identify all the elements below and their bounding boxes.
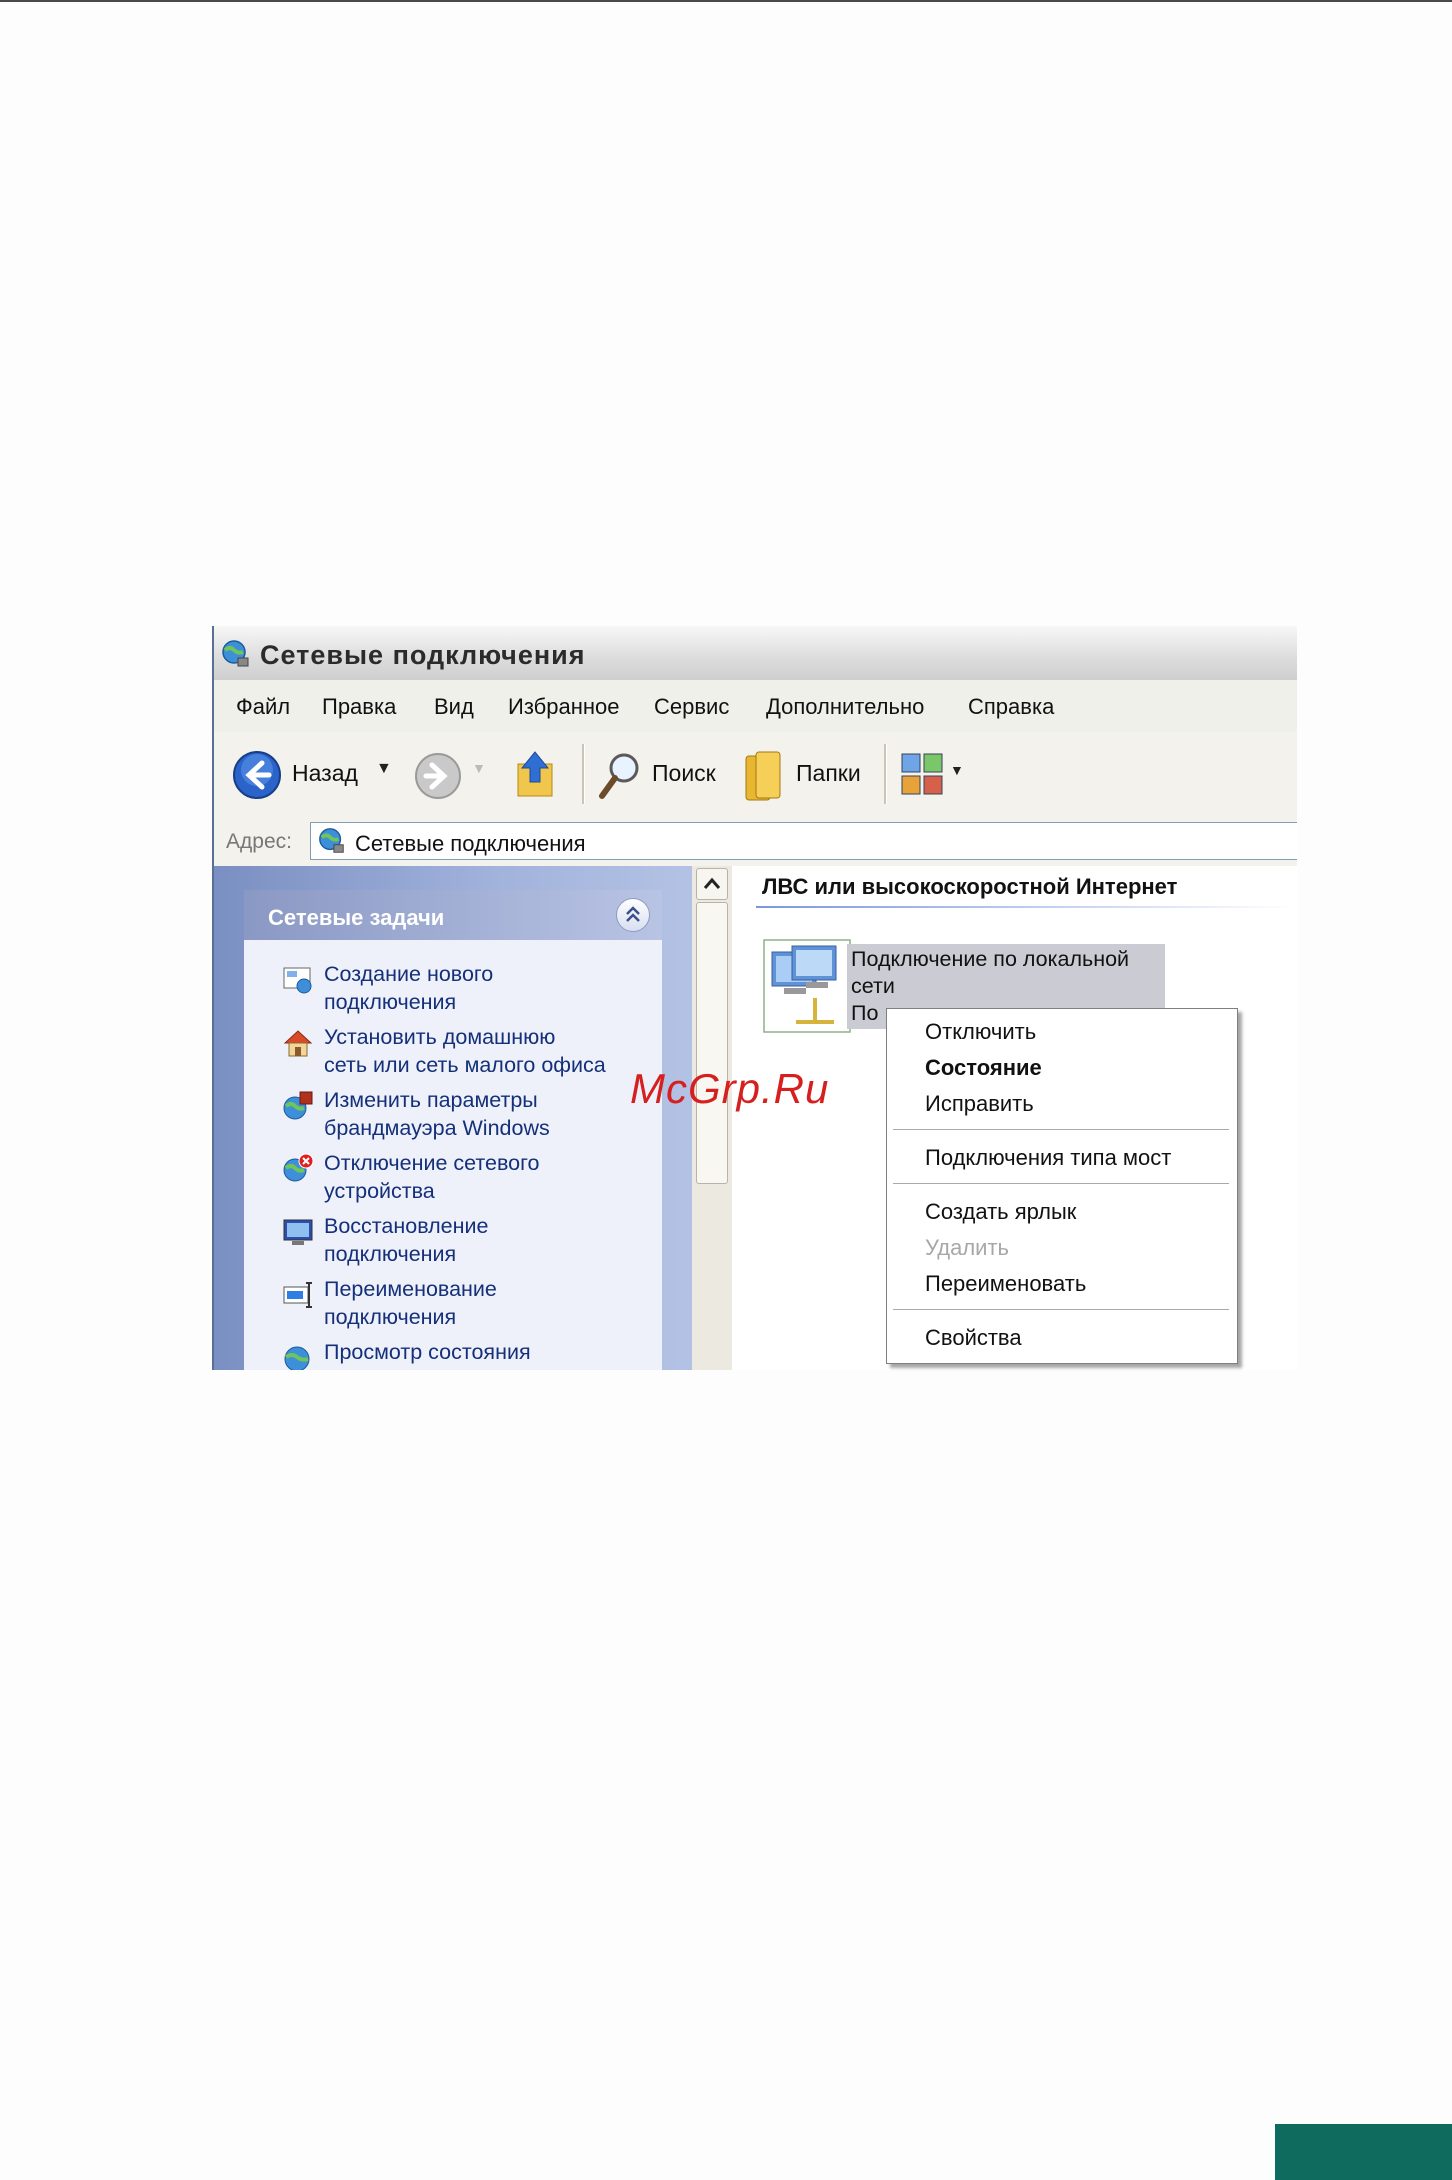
menu-bar: Файл Правка Вид Избранное Сервис Дополни… <box>214 680 1297 733</box>
search-button[interactable]: Поиск <box>652 760 716 787</box>
task-label: Создание нового <box>324 962 494 986</box>
task-label: брандмауэра Windows <box>324 1116 550 1140</box>
disable-device-icon <box>283 1153 314 1182</box>
watermark-text: McGrp.Ru <box>630 1065 830 1112</box>
collapse-chevron-icon[interactable] <box>616 898 650 932</box>
address-bar: Адрес: Сетевые подключения <box>214 816 1297 866</box>
back-button[interactable]: Назад <box>292 760 358 787</box>
task-label: Восстановление <box>324 1214 489 1238</box>
task-label: Установить домашнюю <box>324 1025 556 1049</box>
scroll-thumb[interactable] <box>696 902 728 1184</box>
menu-tools[interactable]: Сервис <box>654 694 729 720</box>
views-icon[interactable] <box>900 752 946 798</box>
menu-edit[interactable]: Правка <box>322 694 396 720</box>
ctx-disconnect[interactable]: Отключить <box>925 1019 1036 1045</box>
forward-arrow-icon[interactable] <box>414 752 462 800</box>
search-icon[interactable] <box>596 750 644 802</box>
page-top-rule <box>0 0 1452 2</box>
ctx-separator <box>893 1309 1229 1310</box>
address-value: Сетевые подключения <box>355 831 586 856</box>
menu-favorites[interactable]: Избранное <box>508 694 620 720</box>
ctx-delete: Удалить <box>925 1235 1009 1260</box>
task-label: Изменить параметры <box>324 1088 538 1112</box>
task-label: сеть или сеть малого офиса <box>324 1053 606 1077</box>
ctx-status[interactable]: Состояние <box>925 1055 1042 1081</box>
network-tasks-title: Сетевые задачи <box>268 905 445 930</box>
group-divider <box>756 906 1297 908</box>
new-connection-icon <box>283 967 312 994</box>
toolbar-separator <box>884 744 887 804</box>
ctx-separator <box>893 1183 1229 1184</box>
connection-name-line: Подключение по локальной <box>851 947 1130 971</box>
ctx-create-shortcut[interactable]: Создать ярлык <box>925 1199 1076 1225</box>
chevron-up-icon <box>703 877 721 889</box>
folders-icon[interactable] <box>742 748 788 804</box>
address-label: Адрес: <box>226 830 292 853</box>
task-label: устройства <box>324 1179 435 1203</box>
back-dropdown-icon[interactable]: ▼ <box>376 760 392 778</box>
menu-file[interactable]: Файл <box>236 694 290 720</box>
network-globe-icon <box>319 828 344 853</box>
task-label: подключения <box>324 1305 457 1329</box>
task-label: Переименование <box>324 1277 497 1301</box>
task-label: Просмотр состояния <box>324 1340 531 1364</box>
task-label: Отключение сетевого <box>324 1151 540 1175</box>
menu-advanced[interactable]: Дополнительно <box>766 694 924 720</box>
ctx-properties[interactable]: Свойства <box>925 1325 1022 1351</box>
task-label: подключения <box>324 990 457 1014</box>
back-arrow-icon[interactable] <box>232 750 282 800</box>
lan-connection-icon[interactable] <box>762 938 852 1034</box>
toolbar: Назад ▼ ▼ Поиск Папки ▼ <box>214 732 1297 817</box>
views-dropdown-icon[interactable]: ▼ <box>950 762 964 778</box>
window-title: Сетевые подключения <box>260 640 586 670</box>
task-label: подключения <box>324 1242 457 1266</box>
connection-status-line: По <box>851 1001 879 1025</box>
menu-help[interactable]: Справка <box>968 694 1054 720</box>
network-tasks-header[interactable]: Сетевые задачи <box>244 890 662 940</box>
title-bar[interactable]: Сетевые подключения <box>214 626 1297 680</box>
connection-name-line: сети <box>851 974 895 998</box>
ctx-repair[interactable]: Исправить <box>925 1091 1034 1117</box>
rename-connection-icon <box>283 1282 312 1308</box>
group-header: ЛВС или высокоскоростной Интернет <box>762 874 1178 899</box>
ctx-rename[interactable]: Переименовать <box>925 1271 1086 1297</box>
scroll-up-button[interactable] <box>696 868 728 900</box>
page-corner-badge <box>1275 2124 1452 2180</box>
address-input[interactable]: Сетевые подключения <box>310 822 1297 860</box>
task-pane: Сетевые задачи Создание нового подключени… <box>214 866 692 1370</box>
folders-button[interactable]: Папки <box>796 760 861 787</box>
toolbar-separator <box>582 744 585 804</box>
view-status-icon <box>284 1346 310 1370</box>
ctx-separator <box>893 1129 1229 1130</box>
firewall-icon <box>283 1091 313 1120</box>
context-menu: Отключить Состояние Исправить Подключени… <box>886 1008 1238 1364</box>
network-tasks-box: Сетевые задачи Создание нового подключени… <box>244 890 662 1370</box>
network-globe-icon <box>222 640 249 667</box>
forward-dropdown-icon[interactable]: ▼ <box>472 760 486 776</box>
repair-connection-icon <box>283 1219 313 1245</box>
home-network-icon <box>283 1030 313 1057</box>
ctx-bridge[interactable]: Подключения типа мост <box>925 1145 1171 1171</box>
up-folder-icon[interactable] <box>512 748 558 800</box>
vertical-scrollbar[interactable] <box>692 866 732 1370</box>
menu-view[interactable]: Вид <box>434 694 474 720</box>
